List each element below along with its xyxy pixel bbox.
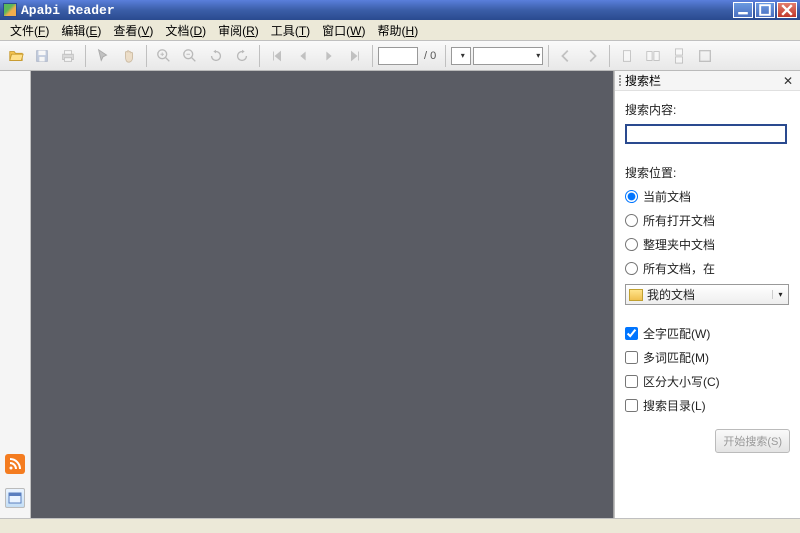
next-page-icon xyxy=(321,48,337,64)
start-search-button[interactable]: 开始搜索(S) xyxy=(715,429,790,453)
arrow-right-icon xyxy=(584,48,600,64)
search-options-group: 全字匹配(W) 多词匹配(M) 区分大小写(C) 搜索目录(L) xyxy=(625,325,790,414)
maximize-button[interactable] xyxy=(755,2,775,18)
document-viewer[interactable] xyxy=(31,71,614,518)
zoom-percent-dropdown[interactable]: ▾ xyxy=(473,47,543,65)
nav-forward-button[interactable] xyxy=(580,44,604,68)
zoom-in-icon xyxy=(156,48,172,64)
zoom-out-button[interactable] xyxy=(178,44,202,68)
menu-edit[interactable]: 编辑(E) xyxy=(55,20,107,41)
arrow-left-icon xyxy=(558,48,574,64)
toolbar-separator xyxy=(609,45,610,67)
prev-page-button[interactable] xyxy=(291,44,315,68)
zoom-mode-dropdown[interactable]: ▾ xyxy=(451,47,471,65)
menu-document[interactable]: 文档(D) xyxy=(159,20,212,41)
radio-folder-docs[interactable]: 整理夹中文档 xyxy=(625,236,790,253)
search-panel-close-button[interactable]: ✕ xyxy=(780,74,796,88)
continuous-icon xyxy=(671,48,687,64)
search-panel-title: 搜索栏 xyxy=(625,72,780,89)
single-page-icon xyxy=(619,48,635,64)
toolbar-separator xyxy=(259,45,260,67)
folder-select-text: 我的文档 xyxy=(647,286,772,303)
folder-select[interactable]: 我的文档 ▾ xyxy=(625,284,789,305)
menu-help[interactable]: 帮助(H) xyxy=(372,20,425,41)
toolbar: / 0 ▾ ▾ xyxy=(0,41,800,71)
rotate-left-icon xyxy=(208,48,224,64)
minimize-button[interactable] xyxy=(733,2,753,18)
check-multi-word[interactable]: 多词匹配(M) xyxy=(625,349,790,366)
organizer-button[interactable] xyxy=(5,488,25,508)
search-content-input[interactable] xyxy=(625,124,787,144)
menu-bar: 文件(F) 编辑(E) 查看(V) 文档(D) 审阅(R) 工具(T) 窗口(W… xyxy=(0,20,800,41)
check-whole-word[interactable]: 全字匹配(W) xyxy=(625,325,790,342)
hand-tool-button[interactable] xyxy=(117,44,141,68)
grip-icon xyxy=(619,75,621,86)
zoom-in-button[interactable] xyxy=(152,44,176,68)
page-total-label: / 0 xyxy=(420,50,440,62)
toolbar-separator xyxy=(372,45,373,67)
rss-icon xyxy=(7,456,23,472)
first-page-icon xyxy=(269,48,285,64)
select-tool-button[interactable] xyxy=(91,44,115,68)
menu-window[interactable]: 窗口(W) xyxy=(316,20,371,41)
status-bar xyxy=(0,518,800,533)
search-location-label: 搜索位置: xyxy=(625,164,790,181)
radio-all-open[interactable]: 所有打开文档 xyxy=(625,212,790,229)
menu-view[interactable]: 查看(V) xyxy=(107,20,159,41)
next-page-button[interactable] xyxy=(317,44,341,68)
page-number-input[interactable] xyxy=(378,47,418,65)
cursor-icon xyxy=(95,48,111,64)
zoom-out-icon xyxy=(182,48,198,64)
first-page-button[interactable] xyxy=(265,44,289,68)
app-icon xyxy=(3,3,17,17)
title-bar: Apabi Reader xyxy=(0,0,800,20)
print-icon xyxy=(60,48,76,64)
print-button[interactable] xyxy=(56,44,80,68)
save-icon xyxy=(34,48,50,64)
menu-review[interactable]: 审阅(R) xyxy=(212,20,265,41)
fullscreen-icon xyxy=(697,48,713,64)
two-page-icon xyxy=(645,48,661,64)
toolbar-separator xyxy=(85,45,86,67)
toolbar-separator xyxy=(445,45,446,67)
chevron-down-icon: ▾ xyxy=(772,290,788,299)
menu-file[interactable]: 文件(F) xyxy=(4,20,55,41)
radio-current-doc[interactable]: 当前文档 xyxy=(625,188,790,205)
check-toc[interactable]: 搜索目录(L) xyxy=(625,397,790,414)
organizer-icon xyxy=(7,490,23,506)
check-case[interactable]: 区分大小写(C) xyxy=(625,373,790,390)
continuous-button[interactable] xyxy=(667,44,691,68)
close-button[interactable] xyxy=(777,2,797,18)
last-page-button[interactable] xyxy=(343,44,367,68)
radio-all-docs-in[interactable]: 所有文档，在 xyxy=(625,260,790,277)
hand-icon xyxy=(121,48,137,64)
prev-page-icon xyxy=(295,48,311,64)
save-button[interactable] xyxy=(30,44,54,68)
search-location-group: 当前文档 所有打开文档 整理夹中文档 所有文档，在 xyxy=(625,188,790,277)
app-title: Apabi Reader xyxy=(21,3,731,18)
two-page-button[interactable] xyxy=(641,44,665,68)
search-panel: 搜索栏 ✕ 搜索内容: 搜索位置: 当前文档 所有打开文档 整理夹中文档 所有文… xyxy=(614,71,800,518)
search-panel-header: 搜索栏 ✕ xyxy=(615,71,800,91)
folder-icon xyxy=(629,289,643,301)
open-button[interactable] xyxy=(4,44,28,68)
folder-icon xyxy=(8,48,24,64)
rss-button[interactable] xyxy=(5,454,25,474)
main-area: 搜索栏 ✕ 搜索内容: 搜索位置: 当前文档 所有打开文档 整理夹中文档 所有文… xyxy=(0,71,800,518)
chevron-down-icon: ▾ xyxy=(534,51,542,60)
last-page-icon xyxy=(347,48,363,64)
left-sidebar xyxy=(0,71,31,518)
menu-tools[interactable]: 工具(T) xyxy=(265,20,316,41)
window-buttons xyxy=(731,2,797,18)
fullscreen-button[interactable] xyxy=(693,44,717,68)
search-content-label: 搜索内容: xyxy=(625,101,790,118)
toolbar-separator xyxy=(548,45,549,67)
single-page-button[interactable] xyxy=(615,44,639,68)
toolbar-separator xyxy=(146,45,147,67)
rotate-right-button[interactable] xyxy=(230,44,254,68)
rotate-right-icon xyxy=(234,48,250,64)
rotate-left-button[interactable] xyxy=(204,44,228,68)
chevron-down-icon: ▾ xyxy=(459,51,467,60)
nav-back-button[interactable] xyxy=(554,44,578,68)
